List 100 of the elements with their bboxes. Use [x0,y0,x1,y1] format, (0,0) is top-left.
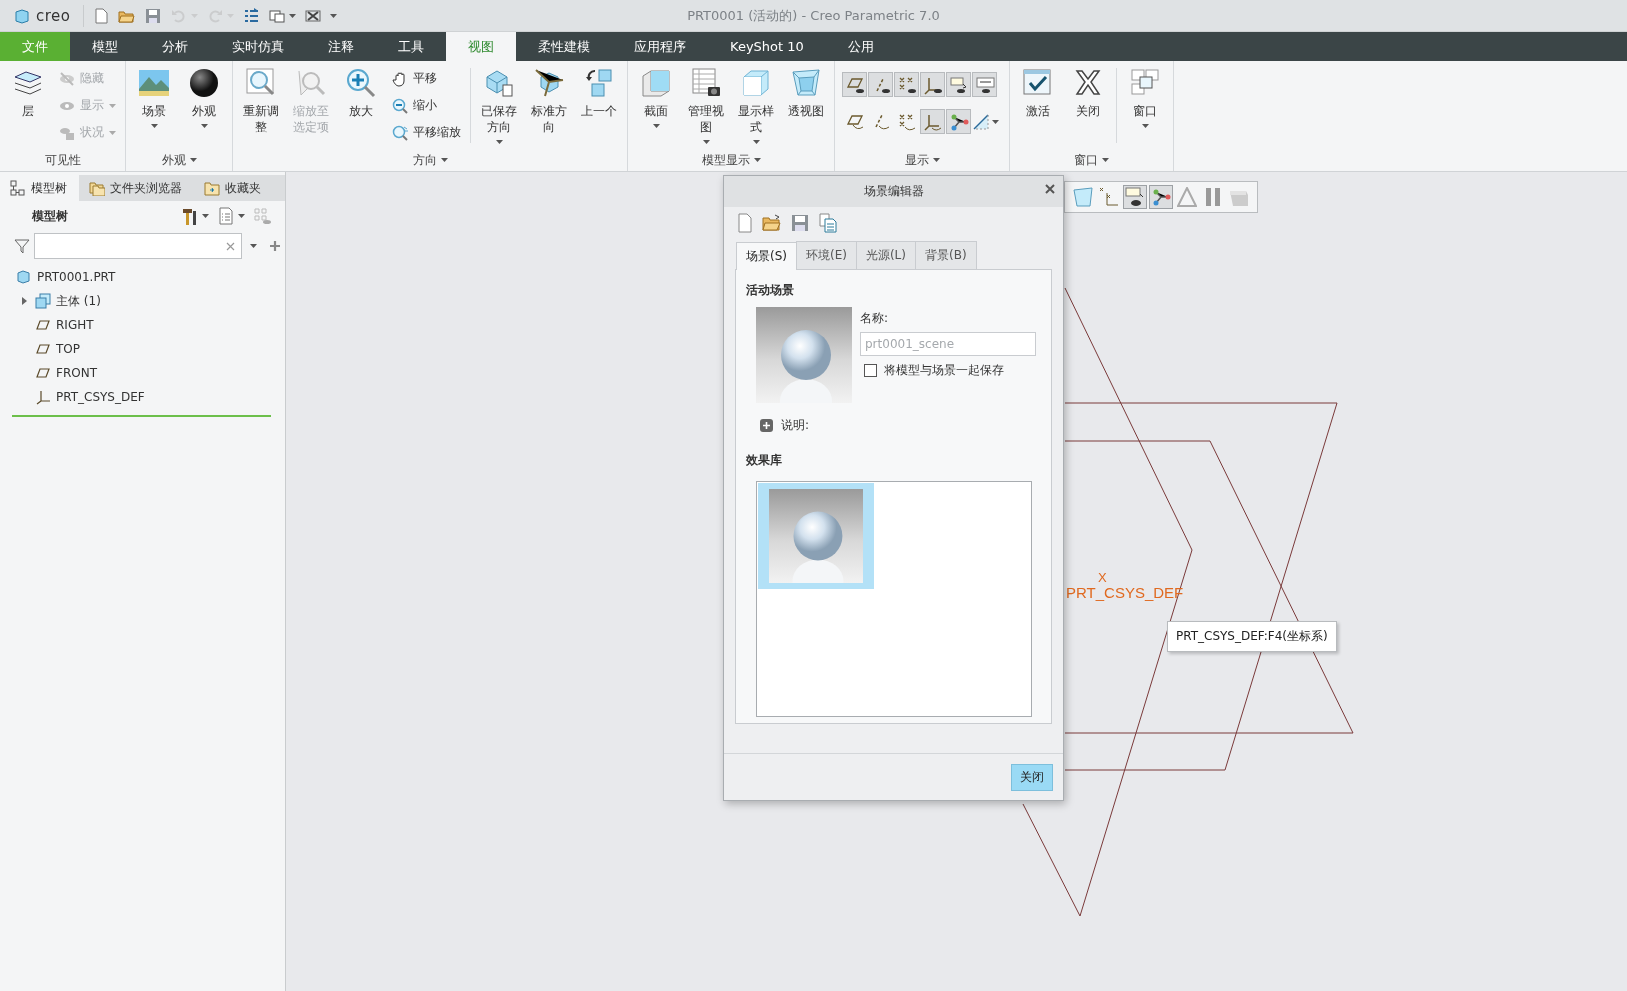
open-folder-icon [762,213,782,233]
caret-icon [495,140,503,144]
sphere-icon [188,67,220,99]
panel-tab[interactable]: 收藏夹 [194,175,273,201]
hand-icon [392,70,408,87]
toggle-button[interactable] [894,72,919,97]
ribbon-button[interactable]: 重新调整 [236,64,286,137]
ribbon-button[interactable]: 标准方向 [524,64,574,137]
display-style-icon [740,67,772,99]
ribbon-button[interactable]: 窗口 [1120,64,1170,130]
save-icon [143,6,162,25]
group-menu-button[interactable]: 外观 [129,149,229,171]
ribbon-button[interactable]: 平移缩放 [389,120,464,145]
bodies-icon [35,293,51,309]
group-menu-button[interactable]: 显示 [838,149,1006,171]
toggle-button[interactable] [842,72,867,97]
ribbon-button[interactable]: 关闭 [1063,64,1113,121]
part-icon [16,269,32,285]
hidden-tree-icon [253,207,271,225]
tree-icon [10,180,26,196]
ribbon-button[interactable]: 上一个 [574,64,624,121]
caret-icon [753,158,761,162]
tree-item[interactable]: PRT0001.PRT [37,270,116,284]
save-button[interactable] [790,213,810,233]
dialog-tab[interactable]: 场景(S) [736,242,797,270]
tree-item[interactable]: FRONT [56,366,97,380]
close-button[interactable] [1045,184,1055,194]
perspective-icon [1073,187,1093,207]
dialog-tab[interactable]: 光源(L) [855,241,916,269]
new-file-icon [736,213,754,233]
axis-label: X [1098,570,1107,585]
panel-tab[interactable]: 模型树 [0,175,79,201]
zoom-in-icon [345,67,377,99]
tree-item[interactable]: 主体 (1) [56,292,101,310]
section-heading: 活动场景 [746,282,795,299]
ribbon-button[interactable]: 显示样式 [731,64,781,146]
toggle-button[interactable] [920,72,945,97]
toggle-button[interactable] [920,109,945,134]
caret-icon [189,158,197,162]
ribbon-button[interactable]: 平移 [389,66,464,91]
folders-icon [89,180,105,196]
datum-plane-icon [35,341,51,357]
group-menu-button[interactable]: 方向 [236,149,624,171]
description-expander[interactable]: 说明: [760,417,810,434]
plus-icon [269,240,281,252]
tag-display-icon [1125,187,1145,207]
group-menu-button[interactable]: 窗口 [1013,149,1170,171]
panel-tab[interactable]: 文件夹浏览器 [79,175,194,201]
ribbon-button[interactable]: 激活 [1013,64,1063,121]
tree-item[interactable]: TOP [56,342,80,356]
toggle-button[interactable] [946,72,971,97]
expand-icon [760,419,773,432]
ribbon-tab[interactable]: 公用 [825,32,896,61]
toggle-button[interactable] [972,72,997,97]
toggle-button[interactable] [868,72,893,97]
panel-title: 模型树 [32,207,69,225]
ribbon-button[interactable]: 层 [3,64,53,121]
ribbon-button[interactable]: 截面 [631,64,681,130]
ribbon-tab[interactable]: 实时仿真 [210,32,306,61]
caret-icon [1102,158,1109,162]
open-button[interactable] [762,213,782,233]
ribbon-button[interactable]: 场景 [129,64,179,130]
dialog-tab[interactable]: 环境(E) [796,241,857,269]
ribbon-tab[interactable]: 注释 [306,32,376,61]
branch-nodes-icon [1151,187,1171,207]
toolbar-button[interactable] [1123,185,1147,209]
ribbon-tab[interactable]: 柔性建模 [516,32,612,61]
group-menu-button[interactable]: 模型显示 [631,149,831,171]
ribbon-tab[interactable]: KeyShot 10 [708,32,826,61]
ribbon-button[interactable]: 管理视图 [681,64,731,146]
copy-button[interactable] [818,213,838,233]
ribbon-button[interactable]: 缩小 [389,93,464,118]
toggle-button[interactable] [946,109,971,134]
caret-icon [702,140,710,144]
ribbon-tab[interactable]: 模型 [70,32,140,61]
toolbar-button[interactable] [1149,185,1173,209]
pause-icon [1203,187,1223,207]
caret-icon [652,124,660,128]
ribbon-tab[interactable]: 应用程序 [612,32,708,61]
ribbon-tab[interactable]: 视图 [446,32,516,61]
caret-icon [440,158,448,162]
caret-icon [109,103,116,108]
ribbon-button[interactable]: 透视图 [781,64,831,121]
ribbon-tab[interactable]: 分析 [140,32,210,61]
section-heading: 效果库 [746,452,783,469]
save-with-model-checkbox[interactable]: 将模型与场景一起保存 [864,362,1004,379]
close-dialog-button[interactable]: 关闭 [1011,763,1053,791]
search-field[interactable] [34,233,242,259]
view-manager-icon [690,67,722,99]
point-display-icon [1099,187,1119,207]
ribbon-button[interactable]: 外观 [179,64,229,130]
ribbon-button[interactable]: 已保存方向 [474,64,524,146]
ribbon-tab[interactable]: 工具 [376,32,446,61]
tree-item[interactable]: RIGHT [56,318,94,332]
dialog-tab[interactable]: 背景(B) [915,241,977,269]
landscape-icon [138,67,170,99]
ribbon-button[interactable]: 放大 [336,64,386,121]
tree-item[interactable]: PRT_CSYS_DEF [56,390,145,404]
collapsed-triangle-icon [21,297,29,305]
library-thumbnail[interactable] [758,483,874,589]
